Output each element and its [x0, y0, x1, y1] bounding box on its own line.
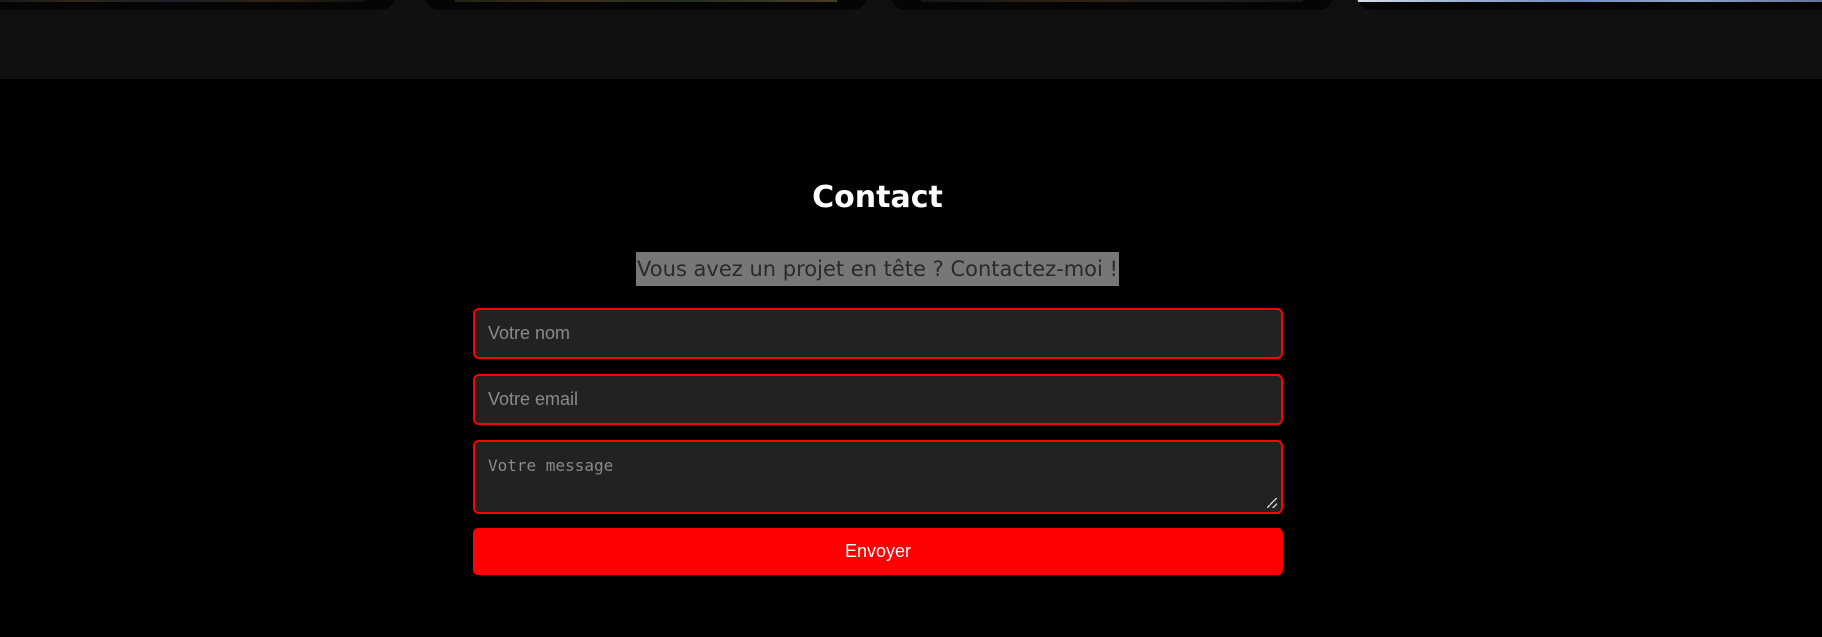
project-card-thumbnail[interactable]: [0, 0, 395, 10]
message-textarea[interactable]: [473, 440, 1283, 514]
project-card-thumbnail[interactable]: [425, 0, 867, 10]
project-card-thumbnail[interactable]: [1357, 0, 1822, 10]
email-input[interactable]: [473, 374, 1283, 425]
contact-form: Envoyer: [473, 308, 1283, 575]
project-image: [921, 0, 1303, 2]
project-image: [455, 0, 837, 2]
contact-section: Contact Vous avez un projet en tête ? Co…: [0, 79, 1822, 637]
resize-handle-icon[interactable]: [1267, 498, 1277, 508]
contact-subtitle-wrapper: Vous avez un projet en tête ? Contactez-…: [0, 252, 1755, 286]
project-image: [1357, 0, 1822, 2]
send-button[interactable]: Envoyer: [473, 528, 1283, 575]
page: Contact Vous avez un projet en tête ? Co…: [0, 0, 1822, 637]
name-input[interactable]: [473, 308, 1283, 359]
message-field-wrapper: [473, 440, 1283, 514]
project-card-thumbnail[interactable]: [891, 0, 1333, 10]
projects-strip: [0, 0, 1822, 79]
contact-subtitle: Vous avez un projet en tête ? Contactez-…: [636, 252, 1119, 286]
contact-title: Contact: [812, 180, 943, 215]
project-image: [0, 0, 365, 2]
